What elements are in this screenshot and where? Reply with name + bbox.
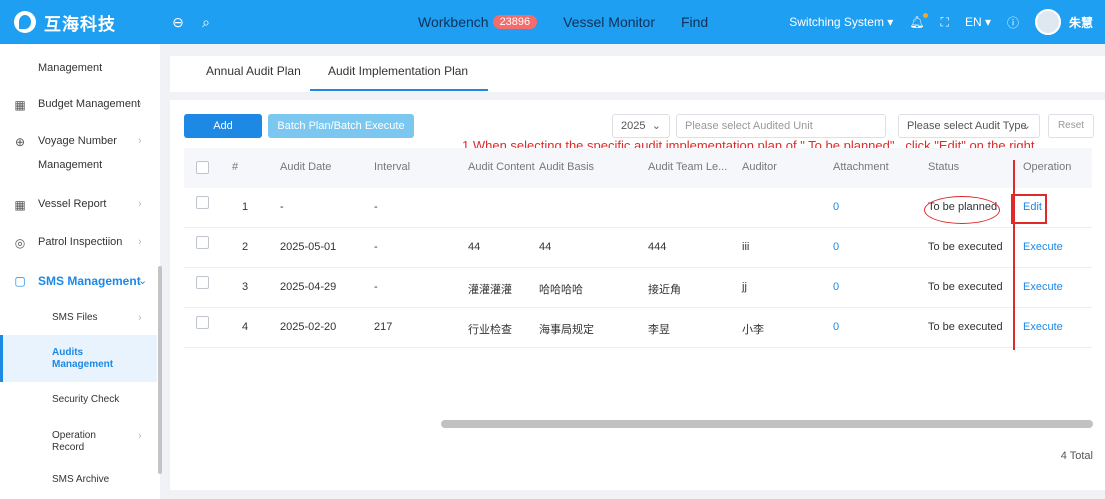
row-checkbox[interactable] <box>196 236 209 249</box>
sidebar: Management ▦ Budget Management › ⊕ Voyag… <box>0 44 162 499</box>
active-tab-underline <box>310 89 488 91</box>
avatar[interactable] <box>1034 9 1061 35</box>
row-checkbox[interactable] <box>196 276 209 289</box>
attachment-count[interactable]: 0 <box>833 241 839 253</box>
year-select[interactable]: 2025 ⌄ <box>612 114 670 138</box>
total-count: 4 Total <box>1060 450 1093 462</box>
annotation-pointer-line <box>1013 160 1015 350</box>
help-icon[interactable]: ⓘ <box>1007 14 1019 31</box>
header-right: Switching System ▾ 🔔︎ ⛶ EN ▾ ⓘ 朱慧 <box>773 0 1093 44</box>
tab-bar: Annual Audit Plan Audit Implementation P… <box>170 56 1105 92</box>
chevron-right-icon: › <box>138 430 142 442</box>
status-highlight-ellipse <box>924 196 1000 224</box>
reset-button[interactable]: Reset <box>1048 114 1094 138</box>
chevron-right-icon: › <box>138 312 142 324</box>
row-checkbox[interactable] <box>196 316 209 329</box>
attachment-count[interactable]: 0 <box>833 281 839 293</box>
sidebar-scrollbar[interactable] <box>158 266 162 474</box>
bell-icon[interactable]: 🔔︎ <box>909 13 928 29</box>
status-text: To be executed <box>928 281 1003 293</box>
select-all-checkbox[interactable] <box>196 161 209 174</box>
edit-highlight-box <box>1011 194 1047 224</box>
chevron-right-icon: › <box>138 135 142 147</box>
table-row[interactable]: 2 2025-05-01 - 44 44 444 iii 0 To be exe… <box>184 228 1092 268</box>
budget-icon: ▦ <box>14 98 26 112</box>
horizontal-scrollbar[interactable] <box>441 420 1093 428</box>
search-icon[interactable]: ⌕ <box>196 14 216 31</box>
chevron-right-icon: › <box>138 236 142 248</box>
top-header: 互海科技 ⊖ ⌕ Workbench 23896 Vessel Monitor … <box>0 0 1105 44</box>
calendar-icon: ▦ <box>14 198 26 212</box>
top-nav: Workbench 23896 Vessel Monitor Find <box>418 0 734 44</box>
globe-icon: ⊕ <box>14 135 26 149</box>
logo: 互海科技 <box>0 10 160 35</box>
tab-annual-audit-plan[interactable]: Annual Audit Plan <box>206 64 301 78</box>
nav-find[interactable]: Find <box>681 14 708 30</box>
table-header: # Audit Date Interval Audit Content Audi… <box>184 148 1092 188</box>
attachment-count[interactable]: 0 <box>833 201 839 213</box>
row-checkbox[interactable] <box>196 196 209 209</box>
batch-plan-execute-button[interactable]: Batch Plan/Batch Execute <box>268 114 414 138</box>
attachment-count[interactable]: 0 <box>833 321 839 333</box>
language-menu[interactable]: EN ▾ <box>965 15 991 29</box>
chevron-right-icon: › <box>138 198 142 210</box>
audit-type-select[interactable]: Please select Audit Type ⌄ <box>898 114 1040 138</box>
nav-workbench[interactable]: Workbench 23896 <box>418 14 538 30</box>
workbench-badge: 23896 <box>492 15 538 29</box>
check-circle-icon: ◎ <box>14 236 26 250</box>
content-panel: Add Batch Plan/Batch Execute 2025 ⌄ Pleas… <box>170 100 1105 490</box>
chevron-down-icon: ⌄ <box>651 120 661 132</box>
audited-unit-select[interactable]: Please select Audited Unit <box>676 114 886 138</box>
chevron-down-icon: ⌄ <box>1021 120 1031 132</box>
fullscreen-icon[interactable]: ⛶ <box>941 15 949 30</box>
document-icon: ▢ <box>14 274 26 288</box>
user-name[interactable]: 朱慧 <box>1069 14 1093 31</box>
logo-icon <box>14 11 36 33</box>
switch-system-menu[interactable]: Switching System ▾ <box>789 15 893 29</box>
status-text: To be executed <box>928 241 1003 253</box>
back-icon[interactable]: ⊖ <box>168 14 188 31</box>
tab-audit-implementation-plan[interactable]: Audit Implementation Plan <box>328 64 468 78</box>
table-row[interactable]: 3 2025-04-29 - 灌灌灌灌 哈哈哈哈 接近角 jj 0 To be … <box>184 268 1092 308</box>
app-name: 互海科技 <box>44 14 116 34</box>
status-text: To be executed <box>928 321 1003 333</box>
execute-link[interactable]: Execute <box>1023 241 1063 253</box>
chevron-down-icon: ⌄ <box>138 275 148 287</box>
table-row[interactable]: 4 2025-02-20 217 行业检查 海事局规定 李昱 小李 0 To b… <box>184 308 1092 348</box>
execute-link[interactable]: Execute <box>1023 281 1063 293</box>
execute-link[interactable]: Execute <box>1023 321 1063 333</box>
chevron-right-icon: › <box>138 98 142 110</box>
add-button[interactable]: Add <box>184 114 262 138</box>
nav-vessel-monitor[interactable]: Vessel Monitor <box>563 14 655 30</box>
